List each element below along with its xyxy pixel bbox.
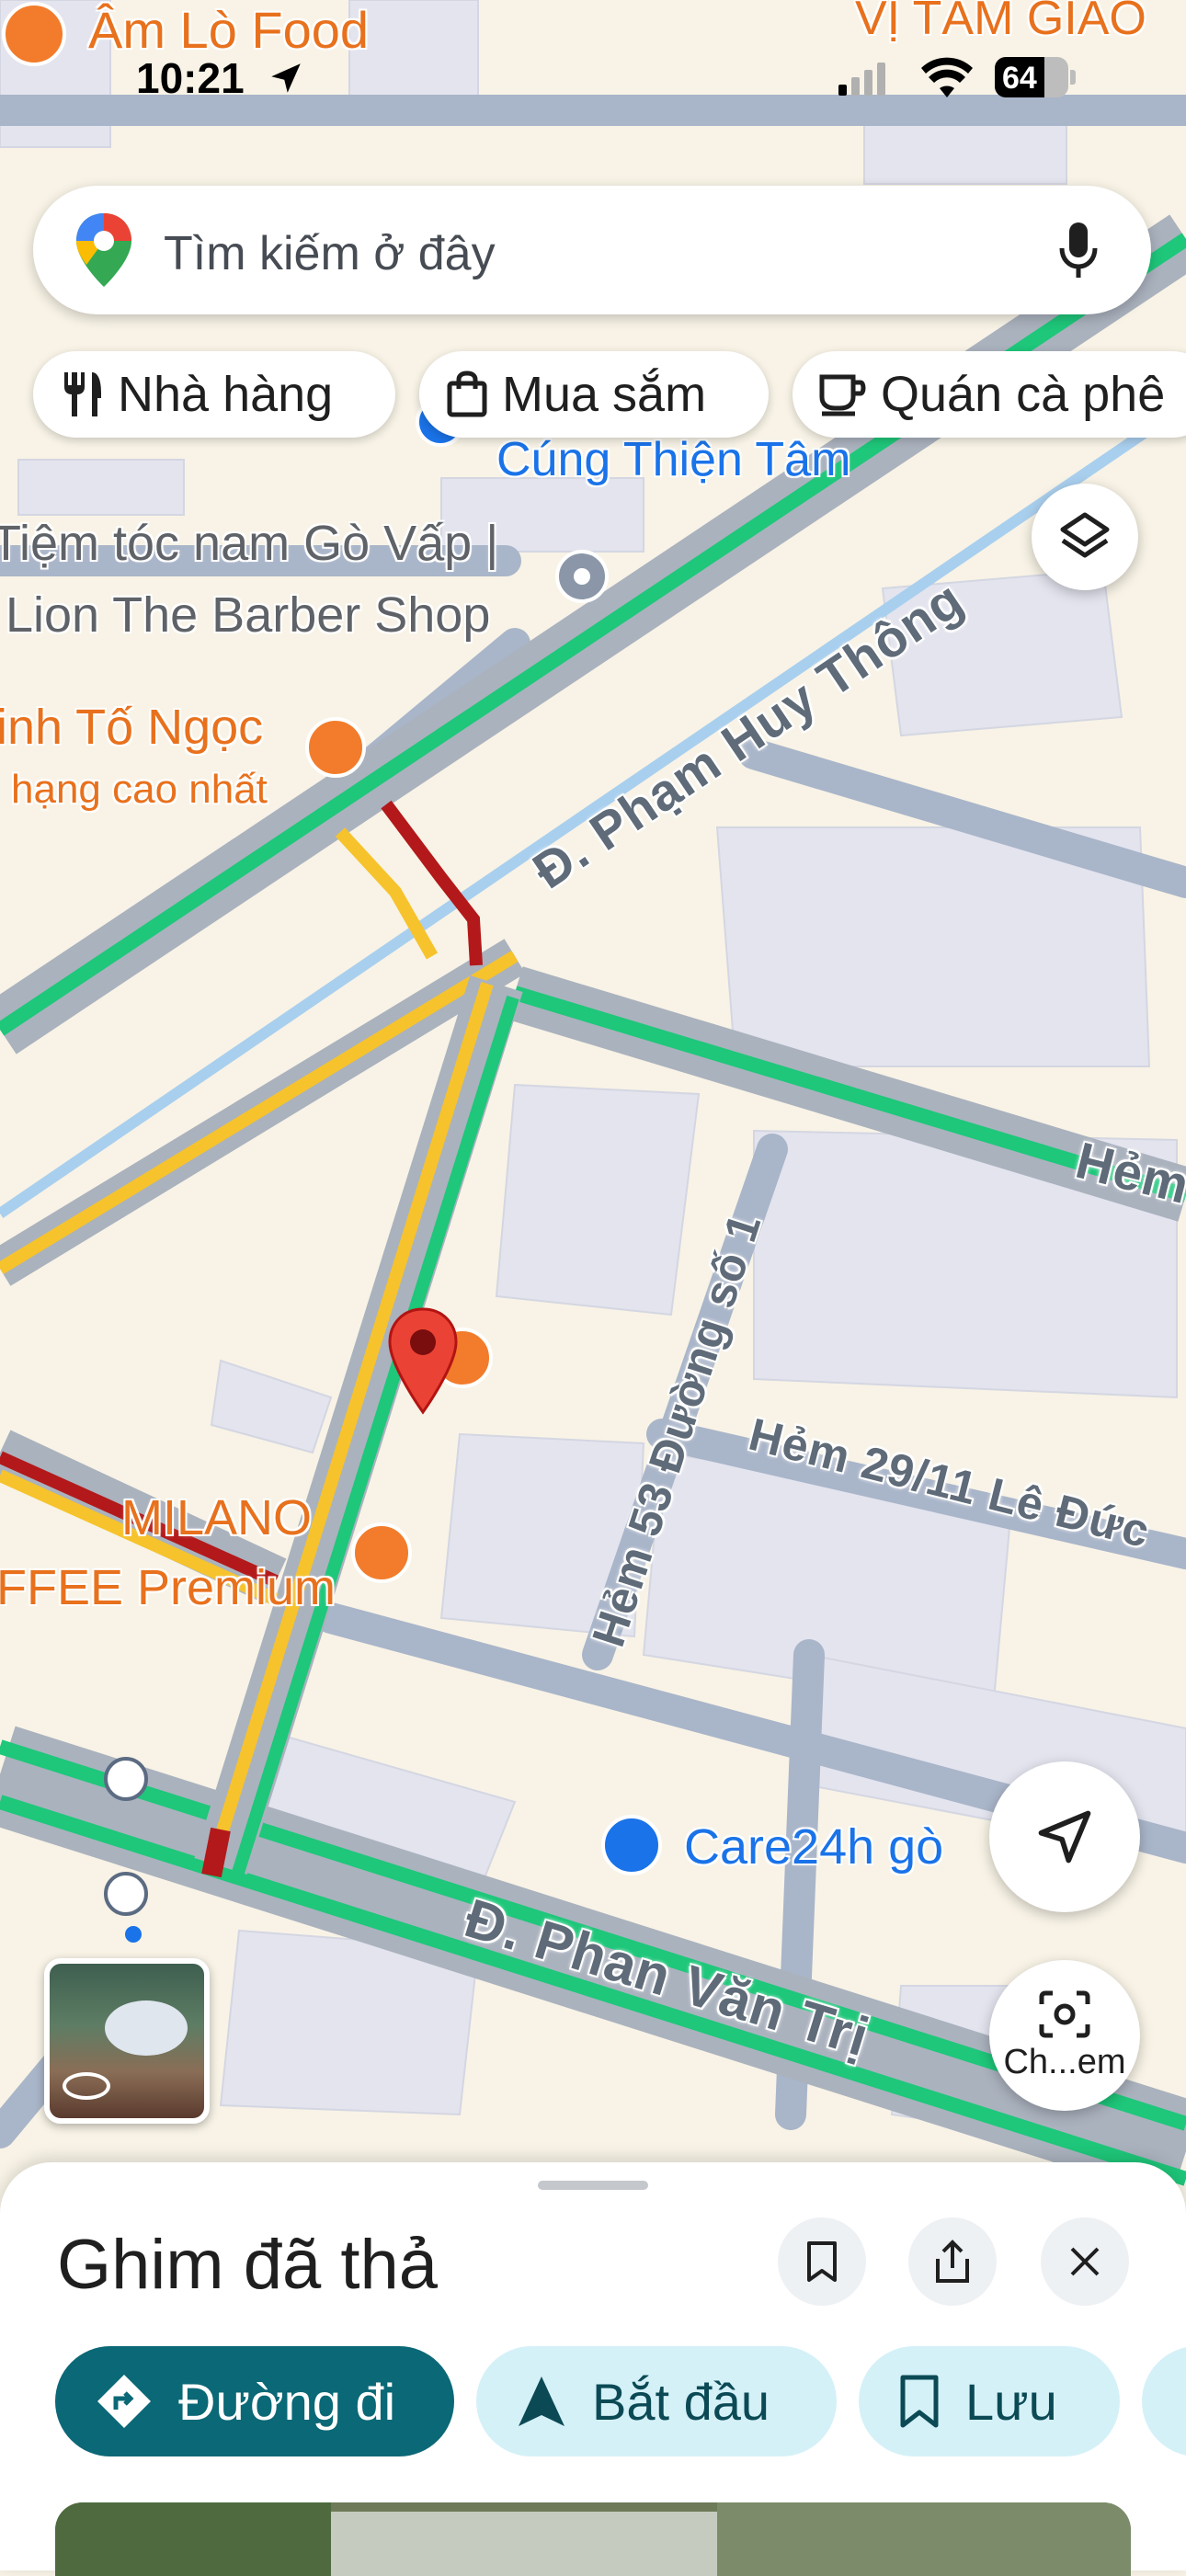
place-photo[interactable] <box>55 2502 1131 2576</box>
place-label[interactable]: hạng cao nhất <box>11 767 268 813</box>
search-placeholder[interactable]: Tìm kiếm ở đây <box>164 226 496 281</box>
360-rotate-icon <box>63 2072 110 2100</box>
directions-icon <box>97 2375 151 2428</box>
shopping-bag-icon <box>447 370 487 417</box>
place-label[interactable]: Cúng Thiện Tâm <box>496 432 850 487</box>
directions-button[interactable]: Đường đi <box>55 2346 454 2456</box>
place-label[interactable]: Lion The Barber Shop <box>6 587 490 644</box>
close-icon <box>1070 2247 1100 2276</box>
chip-coffee[interactable]: Quán cà phê <box>793 351 1186 438</box>
save-action-label: Lưu <box>965 2372 1057 2431</box>
start-button[interactable]: Bắt đầu <box>476 2346 837 2456</box>
street-view-button[interactable]: Ch...em <box>989 1960 1140 2111</box>
location-arrow-icon <box>267 59 305 102</box>
battery-level: 64 <box>1002 61 1037 96</box>
battery-icon: 64 <box>995 57 1078 99</box>
place-sheet[interactable]: Ghim đã thả Đường đi Bắt đầu Lưu <box>0 2162 1186 2576</box>
status-bar: 10:21 64 <box>0 0 1186 110</box>
navigation-arrow-icon <box>1038 1810 1091 1864</box>
wifi-icon <box>919 57 975 104</box>
place-label[interactable]: Care24h gò <box>684 1818 943 1875</box>
coffee-cup-icon <box>819 374 866 416</box>
save-button[interactable] <box>778 2217 866 2306</box>
chip-shopping[interactable]: Mua sắm <box>419 351 769 438</box>
place-label[interactable]: Tiệm tóc nam Gò Vấp | <box>0 515 498 572</box>
share-icon <box>936 2240 969 2283</box>
dropped-pin-icon[interactable] <box>384 1305 462 1416</box>
location-dot-marker-icon[interactable] <box>555 550 609 603</box>
coffee-marker-icon[interactable] <box>305 717 366 778</box>
close-button[interactable] <box>1041 2217 1129 2306</box>
share-button[interactable] <box>908 2217 997 2306</box>
save-action-button[interactable]: Lưu <box>859 2346 1120 2456</box>
search-bar[interactable]: Tìm kiếm ở đây <box>33 186 1151 314</box>
chip-restaurants[interactable]: Nhà hàng <box>33 351 395 438</box>
place-label[interactable]: MILANO <box>121 1489 312 1546</box>
directions-label: Đường đi <box>178 2372 396 2431</box>
layers-icon <box>1060 512 1110 558</box>
chip-label: Quán cà phê <box>881 367 1166 422</box>
bookmark-icon <box>807 2241 837 2282</box>
fork-knife-icon <box>64 372 101 416</box>
street-view-label: Ch...em <box>1003 2042 1126 2081</box>
start-label: Bắt đầu <box>592 2372 770 2431</box>
sheet-drag-handle[interactable] <box>538 2181 648 2190</box>
bookmark-icon <box>900 2375 939 2428</box>
street-view-thumbnail[interactable] <box>44 1958 210 2124</box>
camera-scan-icon <box>1039 1990 1090 2037</box>
layers-button[interactable] <box>1032 484 1138 590</box>
my-location-button[interactable] <box>989 1761 1140 1912</box>
google-maps-logo-icon <box>74 211 134 293</box>
chip-label: Nhà hàng <box>118 367 334 422</box>
sheet-title: Ghim đã thả <box>57 2226 438 2304</box>
navigation-arrow-icon <box>519 2377 564 2426</box>
coffee-marker-icon[interactable] <box>351 1522 412 1583</box>
cellular-signal-icon <box>837 61 890 102</box>
microphone-icon[interactable] <box>1057 221 1100 286</box>
place-label[interactable]: inh Tố Ngọc <box>0 699 263 756</box>
place-label[interactable]: FFEE Premium <box>0 1559 336 1616</box>
more-actions-button[interactable] <box>1142 2346 1186 2456</box>
status-time: 10:21 <box>136 54 245 102</box>
shopping-marker-icon[interactable] <box>601 1815 662 1875</box>
chip-label: Mua sắm <box>502 367 707 422</box>
